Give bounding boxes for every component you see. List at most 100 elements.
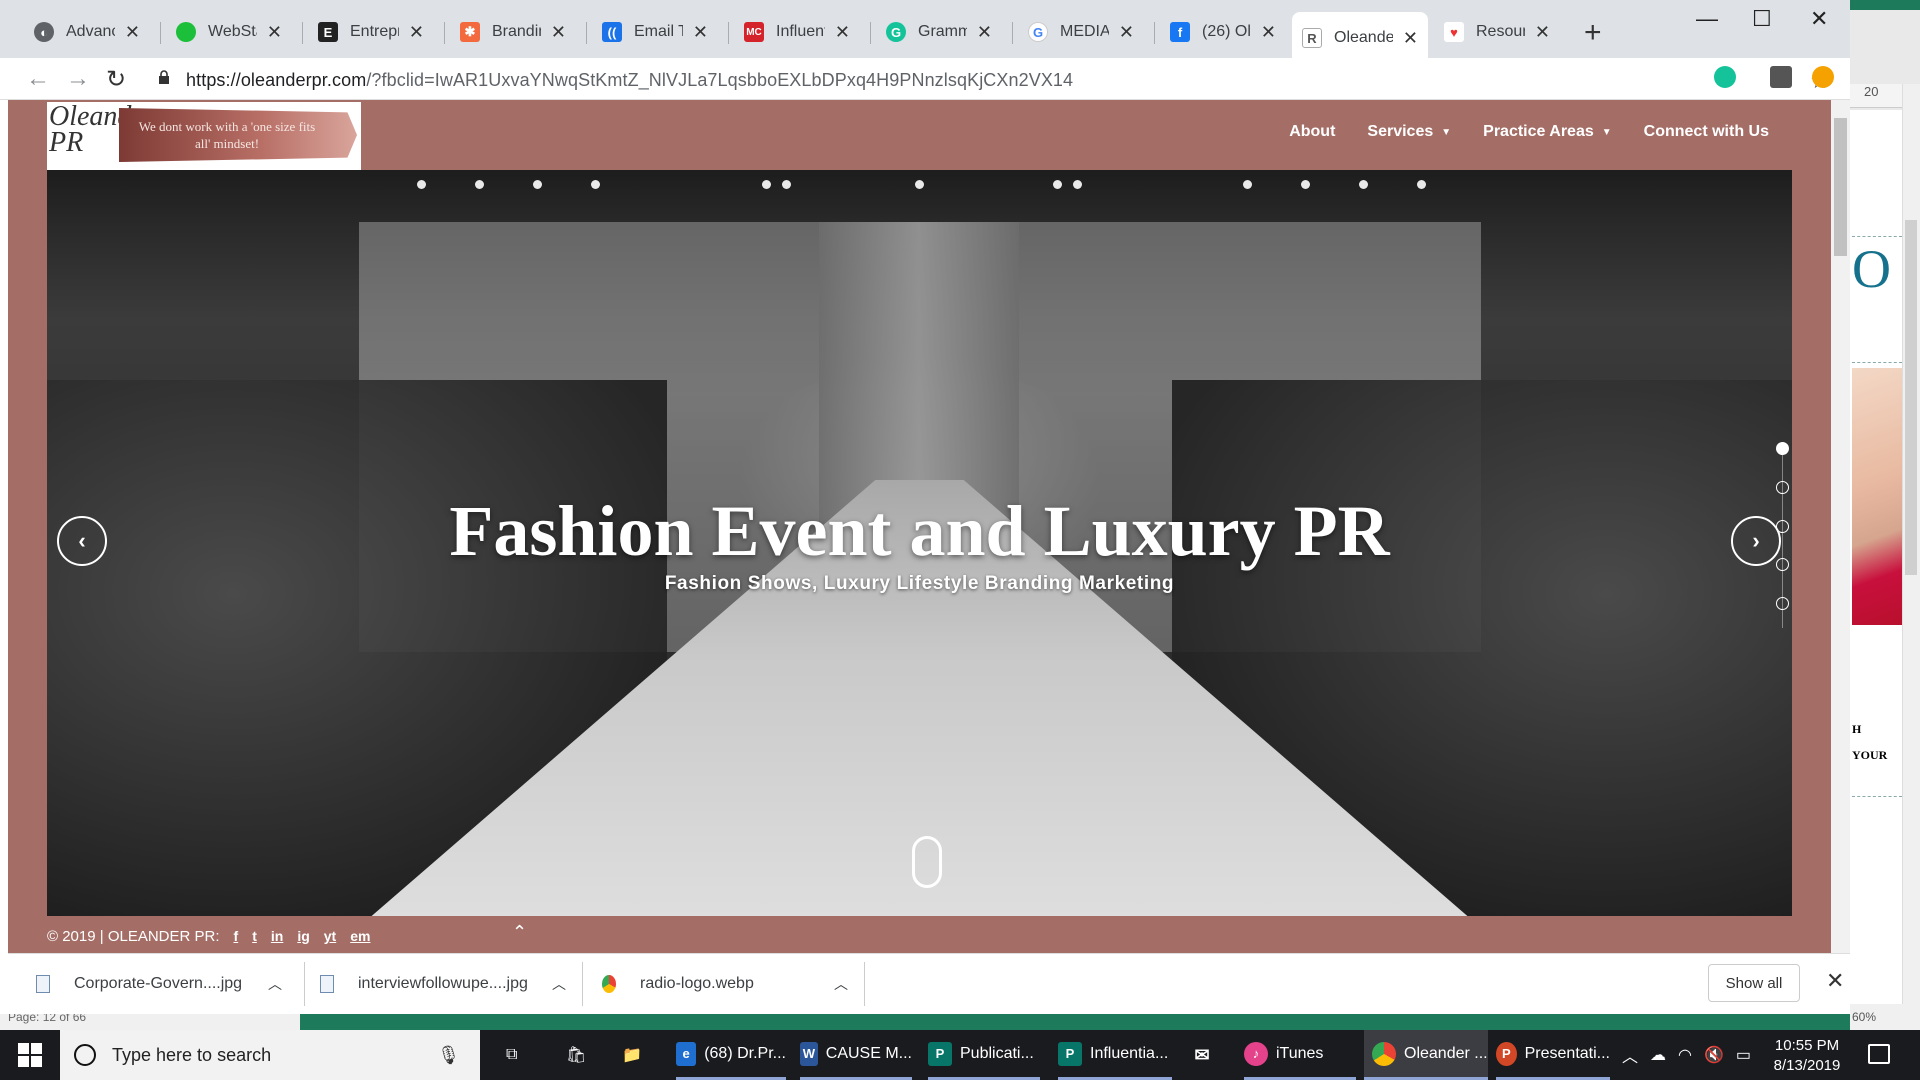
ceiling-light <box>782 180 791 189</box>
taskbar-mail[interactable]: ✉ <box>1190 1030 1222 1080</box>
file-explorer-icon[interactable]: 📁 <box>622 1030 642 1080</box>
word-scrollbar-thumb[interactable] <box>1905 220 1917 575</box>
close-icon[interactable]: ✕ <box>977 22 992 43</box>
close-icon[interactable]: ✕ <box>1826 968 1844 994</box>
chevron-up-icon[interactable]: ︿ <box>552 974 566 994</box>
linkedin-icon[interactable]: in <box>271 928 283 944</box>
taskbar-chrome[interactable]: Oleander ... <box>1364 1030 1488 1080</box>
download-item[interactable]: Corporate-Govern....jpg ︿ <box>36 954 296 1014</box>
back-arrow-icon[interactable]: ← <box>26 65 50 93</box>
downloads-bar: Corporate-Govern....jpg ︿ interviewfollo… <box>8 953 1850 1013</box>
page-scrollbar[interactable] <box>1831 100 1850 953</box>
reload-icon[interactable]: ↻ <box>106 65 126 94</box>
slider-dot[interactable] <box>1776 481 1789 494</box>
close-icon[interactable]: ✕ <box>409 22 424 43</box>
nav-connect[interactable]: Connect with Us <box>1644 123 1769 141</box>
new-tab-button[interactable]: + <box>1584 16 1602 50</box>
wifi-icon[interactable]: ◠ <box>1678 1045 1692 1065</box>
close-icon[interactable]: ✕ <box>267 22 282 43</box>
nav-practice-areas[interactable]: Practice Areas ▼ <box>1483 123 1612 141</box>
document-photo <box>1852 368 1902 625</box>
tab-media[interactable]: G MEDIA M ✕ <box>1018 12 1144 52</box>
tab-grammarly[interactable]: G Grammarly ✕ <box>876 12 1002 52</box>
taskbar-powerpoint[interactable]: P Presentati... <box>1496 1030 1610 1080</box>
site-logo[interactable]: Oleander PR We dont work with a 'one siz… <box>47 102 361 170</box>
taskbar-search[interactable]: Type here to search 🎙 <box>60 1030 480 1080</box>
microphone-icon[interactable]: 🎙 <box>437 1045 460 1066</box>
taskbar-word[interactable]: W CAUSE M... <box>800 1030 912 1080</box>
word-zoom-level[interactable]: 60% <box>1850 1004 1920 1030</box>
close-icon[interactable]: ✕ <box>1403 28 1418 49</box>
tab-title: Grammarly <box>918 23 967 40</box>
tab-influential[interactable]: MC Influential ✕ <box>734 12 860 52</box>
address-bar[interactable]: https://oleanderpr.com/?fbclid=IwAR1Uxva… <box>146 64 1830 96</box>
slider-dot[interactable] <box>1776 442 1789 455</box>
twitter-icon[interactable]: t <box>252 928 257 944</box>
slider-next-button[interactable]: › <box>1731 516 1781 566</box>
chevron-up-icon[interactable]: ︿ <box>834 974 848 994</box>
notifications-icon[interactable] <box>1868 1044 1890 1064</box>
close-icon[interactable]: ✕ <box>1119 22 1134 43</box>
taskbar-app-label: iTunes <box>1276 1044 1324 1062</box>
windows-start-icon[interactable] <box>18 1043 42 1067</box>
logo-script-text: Oleander PR <box>49 101 155 158</box>
instagram-icon[interactable]: ig <box>297 928 309 944</box>
site-footer: © 2019 | OLEANDER PR: f t in ig yt em <box>47 924 370 948</box>
download-item[interactable]: radio-logo.webp ︿ <box>602 954 862 1014</box>
tab-branding[interactable]: ✱ Branding ✕ <box>450 12 576 52</box>
tab-resources[interactable]: ♥ Resources ✕ <box>1434 12 1560 52</box>
extension-icon[interactable] <box>1770 66 1792 88</box>
taskbar-publisher-1[interactable]: P Publicati... <box>928 1030 1040 1080</box>
slider-dot[interactable] <box>1776 558 1789 571</box>
nav-services[interactable]: Services ▼ <box>1367 123 1451 141</box>
chrome-window: ◐ Advanced ✕ WebStart ✕ E Entrepreneur ✕… <box>0 0 1850 1014</box>
tab-webstart[interactable]: WebStart ✕ <box>166 12 292 52</box>
download-item[interactable]: interviewfollowupe....jpg ︿ <box>320 954 580 1014</box>
branding-icon: ✱ <box>460 22 480 42</box>
profile-extension-icon[interactable] <box>1812 66 1834 88</box>
store-icon[interactable]: 🛍 <box>566 1030 586 1080</box>
maximize-icon[interactable]: ☐ <box>1752 6 1772 32</box>
task-view-icon[interactable]: ⧉ <box>506 1030 517 1080</box>
tab-advanced[interactable]: ◐ Advanced ✕ <box>24 12 150 52</box>
close-icon[interactable]: ✕ <box>125 22 140 43</box>
taskbar-edge[interactable]: e (68) Dr.Pr... <box>676 1030 786 1080</box>
ceiling-light <box>1243 180 1252 189</box>
tab-facebook[interactable]: f (26) Oleander ✕ <box>1160 12 1286 52</box>
hero-slider: Fashion Event and Luxury PR Fashion Show… <box>47 170 1792 916</box>
grammarly-extension-icon[interactable] <box>1714 66 1736 88</box>
close-icon[interactable]: ✕ <box>1535 22 1550 43</box>
battery-icon[interactable]: ▭ <box>1736 1045 1751 1065</box>
tab-oleander-active[interactable]: R Oleander ✕ <box>1292 12 1428 64</box>
close-icon[interactable]: ✕ <box>551 22 566 43</box>
slider-prev-button[interactable]: ‹ <box>57 516 107 566</box>
volume-muted-icon[interactable]: 🔇 <box>1704 1045 1724 1065</box>
taskbar-clock[interactable]: 10:55 PM 8/13/2019 <box>1752 1036 1862 1076</box>
show-all-button[interactable]: Show all <box>1708 964 1800 1002</box>
url-text[interactable]: https://oleanderpr.com/?fbclid=IwAR1Uxva… <box>186 70 1073 91</box>
taskbar-publisher-2[interactable]: P Influentia... <box>1058 1030 1172 1080</box>
facebook-icon[interactable]: f <box>234 928 239 944</box>
slider-dot[interactable] <box>1776 520 1789 533</box>
window-close-icon[interactable]: ✕ <box>1810 6 1828 32</box>
text-box-border <box>1852 236 1902 237</box>
scroll-top-icon[interactable]: ⌃ <box>512 922 527 943</box>
chevron-up-icon[interactable]: ︿ <box>1622 1043 1638 1067</box>
page-scrollbar-thumb[interactable] <box>1834 118 1847 256</box>
tab-entrepreneur[interactable]: E Entrepreneur ✕ <box>308 12 434 52</box>
chevron-up-icon[interactable]: ︿ <box>268 974 282 994</box>
close-icon[interactable]: ✕ <box>1261 22 1276 43</box>
email-icon[interactable]: em <box>350 928 370 944</box>
minimize-icon[interactable]: — <box>1696 6 1718 32</box>
onedrive-cloud-icon[interactable]: ☁ <box>1650 1045 1666 1065</box>
forward-arrow-icon[interactable]: → <box>66 65 90 93</box>
close-icon[interactable]: ✕ <box>835 22 850 43</box>
tab-email-templates[interactable]: (( Email Templates ✕ <box>592 12 718 52</box>
scroll-down-mouse-icon[interactable] <box>912 836 942 888</box>
email-icon: (( <box>602 22 622 42</box>
nav-about[interactable]: About <box>1289 123 1335 141</box>
close-icon[interactable]: ✕ <box>693 22 708 43</box>
youtube-icon[interactable]: yt <box>324 928 336 944</box>
slider-dot[interactable] <box>1776 597 1789 610</box>
taskbar-itunes[interactable]: ♪ iTunes <box>1244 1030 1356 1080</box>
